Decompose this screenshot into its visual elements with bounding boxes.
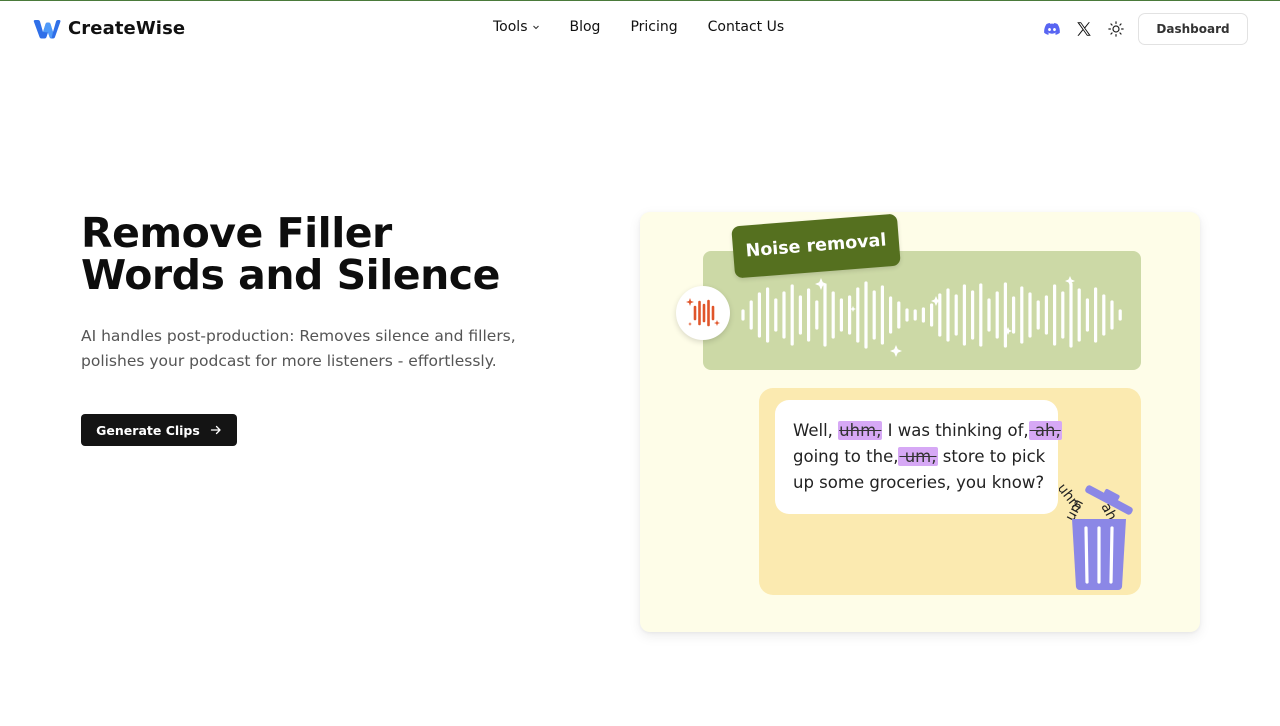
feature-illustration-card: Noise removal Well, uhm, I was thinking … — [640, 212, 1200, 632]
audio-badge — [676, 286, 730, 340]
sparkle-icon — [1065, 276, 1075, 286]
header-actions: Dashboard — [1042, 13, 1248, 45]
hero-title-line-2: Words and Silence — [81, 251, 500, 299]
logo-icon — [33, 19, 61, 38]
nav-tools[interactable]: Tools — [493, 19, 540, 35]
theme-toggle-icon[interactable] — [1106, 19, 1126, 39]
site-header: CreateWise Tools Blog Pricing Contact Us… — [0, 1, 1280, 57]
hero-subtitle-line-2: polishes your podcast for more listeners… — [81, 352, 497, 370]
arrow-right-icon — [210, 425, 221, 435]
nav-blog[interactable]: Blog — [570, 19, 601, 35]
filler-word: ah, — [1028, 421, 1062, 440]
x-twitter-icon[interactable] — [1074, 19, 1094, 39]
filler-word: uhm, — [838, 421, 883, 440]
chevron-down-icon — [532, 25, 539, 30]
transcript-panel: Well, uhm, I was thinking of, ah, going … — [759, 388, 1141, 595]
dashboard-button[interactable]: Dashboard — [1138, 13, 1248, 45]
generate-clips-button[interactable]: Generate Clips — [81, 414, 237, 446]
nav-tools-label: Tools — [493, 19, 528, 35]
nav-contact[interactable]: Contact Us — [708, 19, 784, 35]
hero-subtitle: AI handles post-production: Removes sile… — [81, 324, 531, 374]
transcript-bubble: Well, uhm, I was thinking of, ah, going … — [775, 400, 1062, 514]
discord-icon[interactable] — [1042, 19, 1062, 39]
brand-name: CreateWise — [68, 18, 186, 39]
sparkle-icon — [890, 345, 902, 357]
main-nav: Tools Blog Pricing Contact Us — [493, 19, 784, 35]
sparkle-waveform-icon — [686, 298, 720, 327]
nav-pricing[interactable]: Pricing — [630, 19, 677, 35]
transcript-line-3: up some groceries, you know? — [793, 473, 1045, 492]
transcript-line-1: Well, uhm, I was thinking of, ah, — [793, 418, 1062, 444]
transcript-text: store to pick — [937, 447, 1046, 466]
filler-word: um, — [898, 447, 938, 466]
brand-logo[interactable]: CreateWise — [33, 18, 185, 39]
transcript-text: going to the, — [793, 447, 899, 466]
transcript-line-2: going to the, um, store to pick — [793, 444, 1058, 470]
hero-subtitle-line-1: AI handles post-production: Removes sile… — [81, 327, 516, 345]
hero-title: Remove Filler Words and Silence — [81, 212, 561, 296]
trash-can-icon: uhm um ah — [1059, 481, 1133, 590]
transcript-text: Well, — [793, 421, 839, 440]
transcript-text: I was thinking of, — [882, 421, 1029, 440]
generate-clips-label: Generate Clips — [96, 422, 200, 438]
hero-title-line-1: Remove Filler — [81, 209, 392, 257]
